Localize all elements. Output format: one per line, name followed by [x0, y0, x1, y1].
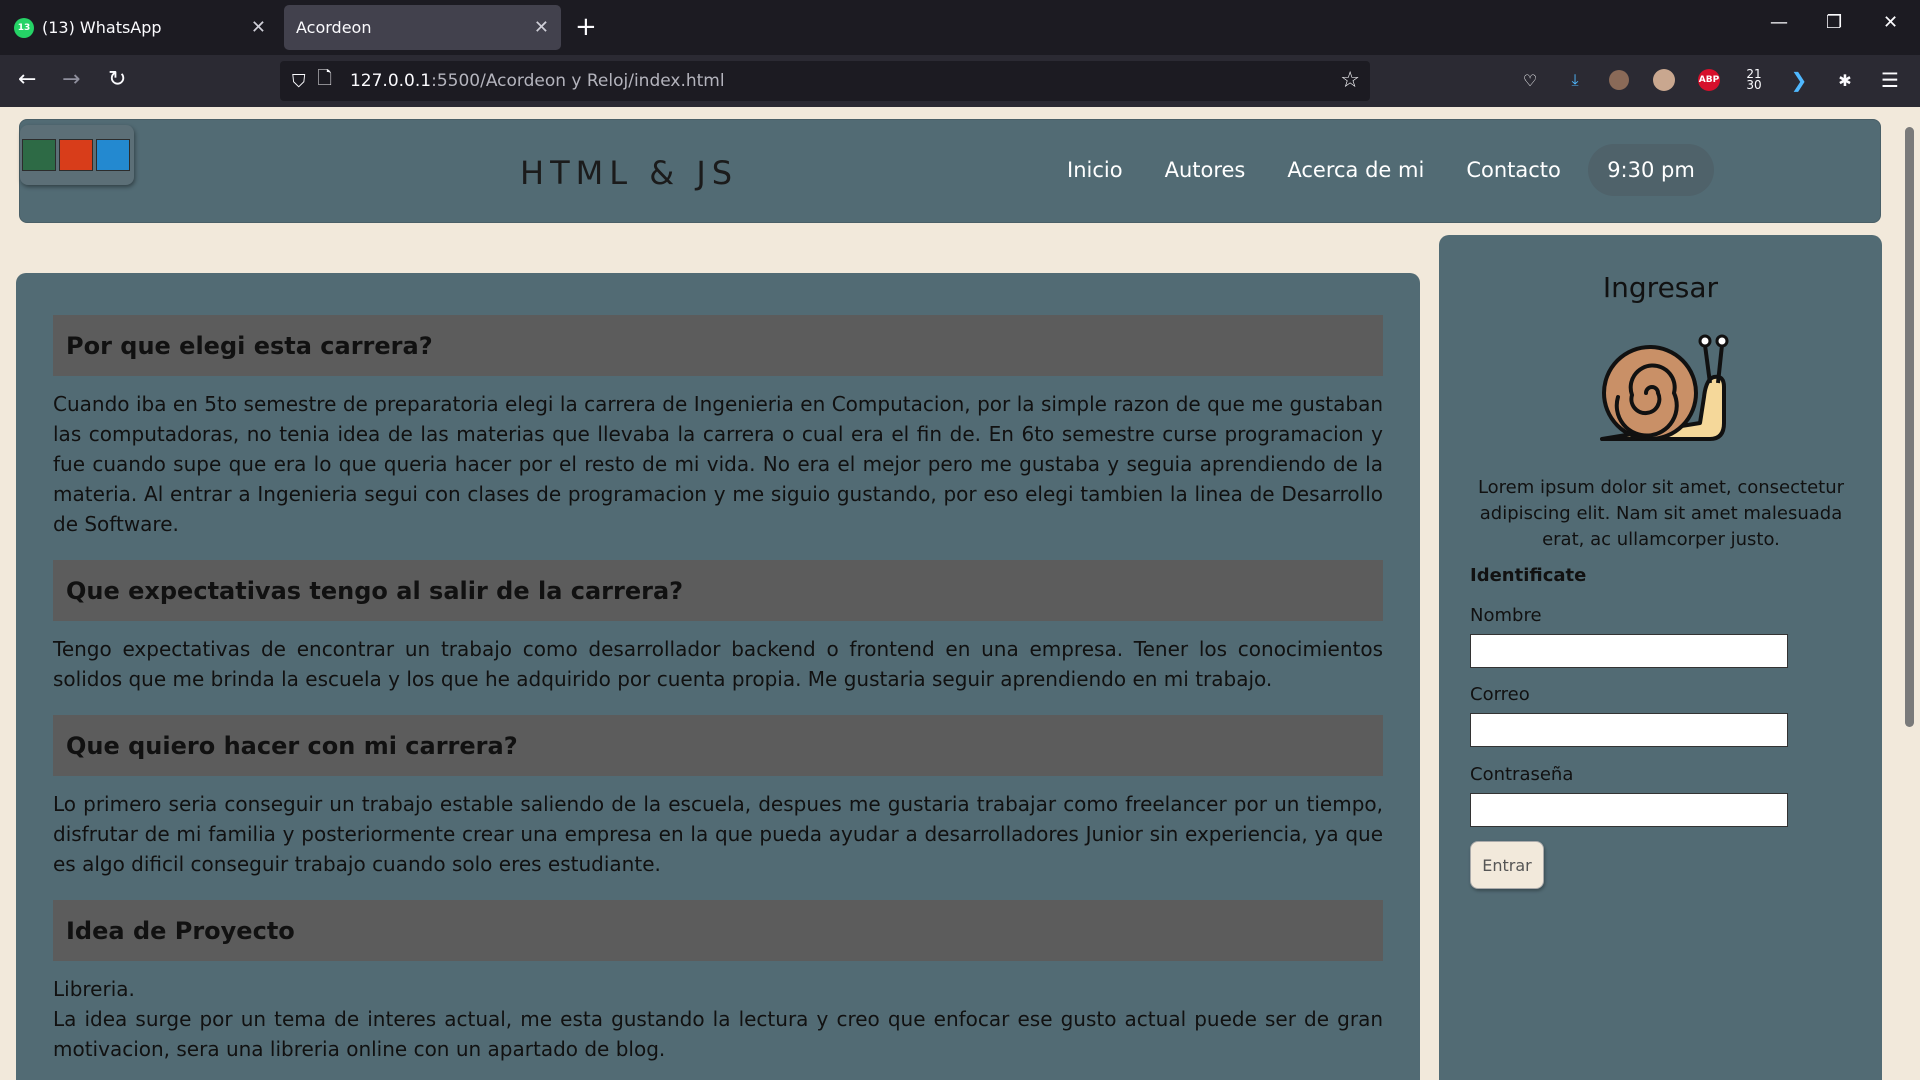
login-title: Ingresar [1602, 271, 1719, 304]
login-description: Lorem ipsum dolor sit amet, consectetur … [1477, 477, 1845, 550]
url-host: 127.0.0.1 [349, 71, 432, 91]
menu-item-acerca[interactable]: Acerca de mi [1287, 158, 1424, 182]
adblock-icon[interactable]: ABP [1696, 67, 1722, 93]
back-arrow-icon[interactable]: ← [18, 67, 36, 93]
site-header: HTML & JS Inicio Autores Acerca de mi Co… [19, 119, 1881, 223]
clock-display: 9:30 pm [1588, 144, 1714, 196]
browser-tab-bar: 13 (13) WhatsApp ✕ Acordeon ✕ + — ❐ ✕ [0, 0, 1920, 55]
correo-input[interactable] [1470, 713, 1788, 747]
menu-item-inicio[interactable]: Inicio [1067, 158, 1123, 182]
extension-puzzle-icon[interactable]: ✱ [1832, 67, 1858, 93]
swatch-blue[interactable] [96, 139, 130, 171]
close-icon[interactable]: ✕ [251, 17, 266, 38]
accordion-body-line: La idea surge por un tema de interes act… [53, 1007, 1383, 1061]
extension-avatar-icon[interactable] [1606, 67, 1632, 93]
swatch-green[interactable] [22, 139, 56, 171]
accordion-body: Lo primero seria conseguir un trabajo es… [53, 792, 1383, 876]
accordion-header[interactable]: Por que elegi esta carrera? [53, 315, 1383, 376]
page-viewport: HTML & JS Inicio Autores Acerca de mi Co… [0, 107, 1920, 1080]
url-path: :5500/Acordeon y Reloj/index.html [431, 71, 725, 91]
main-menu: Inicio Autores Acerca de mi Contacto [1067, 158, 1561, 182]
url-text[interactable]: 127.0.0.1:5500/Acordeon y Reloj/index.ht… [350, 71, 725, 91]
shield-icon[interactable]: ⛉ [292, 71, 306, 92]
accordion-body-line: Libreria. [53, 977, 135, 1001]
minimize-icon[interactable]: — [1770, 12, 1788, 33]
color-switcher [20, 125, 134, 185]
site-title: HTML & JS [520, 154, 739, 192]
forward-arrow-icon[interactable]: → [62, 67, 80, 93]
nombre-label: Nombre [1470, 605, 1542, 626]
scrollbar-thumb[interactable] [1905, 127, 1914, 727]
accordion-body: Cuando iba en 5to semestre de preparator… [53, 392, 1383, 536]
accordion-container: Por que elegi esta carrera? Cuando iba e… [16, 273, 1420, 1080]
form-subtitle: Identificate [1470, 565, 1587, 586]
download-icon[interactable]: ⤓ [1562, 67, 1588, 93]
restore-icon[interactable]: ❐ [1826, 12, 1842, 33]
accordion-header[interactable]: Que expectativas tengo al salir de la ca… [53, 560, 1383, 621]
clock-extension-icon[interactable]: 21 30 [1741, 67, 1767, 93]
tab-title: Acordeon [296, 18, 372, 37]
pocket-icon[interactable]: ♡ [1517, 67, 1543, 93]
menu-item-contacto[interactable]: Contacto [1466, 158, 1561, 182]
login-panel: Ingresar Lorem ipsum dolor sit amet, con… [1439, 235, 1882, 1080]
swatch-red[interactable] [59, 139, 93, 171]
nombre-input[interactable] [1470, 634, 1788, 668]
arrow-extension-icon[interactable]: ❯ [1786, 67, 1812, 93]
tab-whatsapp[interactable]: 13 (13) WhatsApp ✕ [2, 5, 278, 50]
new-tab-plus-icon[interactable]: + [575, 12, 597, 42]
accordion-body: Libreria. La idea surge por un tema de i… [53, 961, 1383, 1064]
browser-nav-bar: ← → ↻ ⛉ 🗋 127.0.0.1:5500/Acordeon y Relo… [0, 55, 1920, 107]
hamburger-menu-icon[interactable]: ☰ [1877, 67, 1903, 93]
accordion-body: Tengo expectativas de encontrar un traba… [53, 637, 1383, 691]
entrar-button[interactable]: Entrar [1470, 841, 1544, 889]
bookmark-star-icon[interactable]: ☆ [1340, 68, 1360, 93]
accordion-header[interactable]: Idea de Proyecto [53, 900, 1383, 961]
whatsapp-icon: 13 [14, 17, 34, 38]
url-bar[interactable]: ⛉ 🗋 127.0.0.1:5500/Acordeon y Reloj/inde… [280, 61, 1370, 101]
tab-acordeon[interactable]: Acordeon ✕ [284, 5, 561, 50]
accordion-header[interactable]: Que quiero hacer con mi carrera? [53, 715, 1383, 776]
window-close-icon[interactable]: ✕ [1883, 12, 1898, 33]
reload-icon[interactable]: ↻ [108, 67, 126, 93]
contrasena-input[interactable] [1470, 793, 1788, 827]
correo-label: Correo [1470, 684, 1530, 705]
snail-icon [1600, 334, 1729, 441]
menu-item-autores[interactable]: Autores [1165, 158, 1246, 182]
close-icon[interactable]: ✕ [534, 17, 549, 38]
contrasena-label: Contraseña [1470, 764, 1574, 785]
extension-glasses-icon[interactable] [1651, 67, 1677, 93]
tab-title: (13) WhatsApp [42, 18, 162, 37]
page-icon: 🗋 [317, 68, 332, 89]
